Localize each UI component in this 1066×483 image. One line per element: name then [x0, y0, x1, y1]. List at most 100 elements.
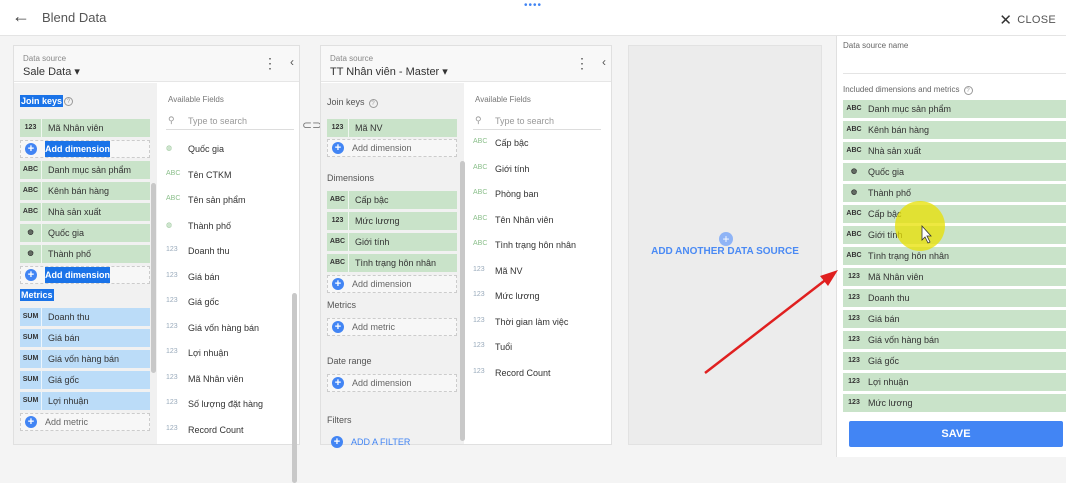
- type-icon: 123: [327, 119, 349, 137]
- field-chip[interactable]: SUM Giá bán: [20, 329, 150, 347]
- included-field[interactable]: ABC Kênh bán hàng: [843, 121, 1066, 139]
- field-chip[interactable]: ◍ Quốc gia: [20, 224, 150, 242]
- available-field[interactable]: 123 Thời gian làm việc: [473, 317, 568, 327]
- add-button[interactable]: + Add metric: [20, 413, 150, 431]
- add-button[interactable]: + Add dimension: [327, 139, 457, 157]
- add-data-source-button[interactable]: + ADD ANOTHER DATA SOURCE: [628, 45, 822, 445]
- scrollbar[interactable]: [292, 293, 297, 483]
- type-icon: 123: [473, 291, 485, 298]
- field-chip[interactable]: ABC Danh mục sản phẩm: [20, 161, 150, 179]
- close-button[interactable]: ✕ CLOSE: [999, 11, 1056, 29]
- drag-handle-icon[interactable]: ••••: [524, 0, 542, 11]
- field-chip[interactable]: ABC Giới tính: [327, 233, 457, 251]
- plus-icon: +: [25, 269, 37, 281]
- included-field[interactable]: 123 Doanh thu: [843, 289, 1066, 307]
- available-field[interactable]: ABC Tên Nhân viên: [473, 215, 554, 225]
- type-icon: 123: [20, 119, 42, 137]
- add-button[interactable]: + Add dimension: [20, 140, 150, 158]
- included-field[interactable]: ABC Cấp bậc: [843, 205, 1066, 223]
- collapse-icon[interactable]: ‹: [290, 55, 294, 69]
- available-field[interactable]: 123 Tuổi: [473, 342, 512, 352]
- available-field[interactable]: 123 Mã Nhân viên: [166, 374, 244, 384]
- included-field[interactable]: 123 Mức lương: [843, 394, 1066, 412]
- field-chip[interactable]: SUM Doanh thu: [20, 308, 150, 326]
- help-icon[interactable]: ?: [64, 97, 73, 106]
- metrics-label: Metrics: [327, 300, 356, 310]
- config-column: Join keys ? 123 Mã Nhân viên + Add dimensio…: [14, 83, 157, 444]
- add-button[interactable]: + Add metric: [327, 318, 457, 336]
- config-column: Join keys? 123 Mã NV + Add dimension Dimensi…: [321, 83, 464, 448]
- search-input[interactable]: ⚲ Type to search: [473, 114, 601, 130]
- available-field[interactable]: 123 Record Count: [473, 368, 551, 378]
- add-filter-button[interactable]: + ADD A FILTER: [327, 433, 457, 451]
- data-source-select[interactable]: Sale Data ▾: [23, 65, 80, 78]
- data-source-name-input[interactable]: [843, 56, 1066, 74]
- field-chip[interactable]: 123 Mức lương: [327, 212, 457, 230]
- scrollbar[interactable]: [151, 183, 156, 373]
- available-field[interactable]: ABC Tên sản phẩm: [166, 195, 246, 205]
- included-field[interactable]: ABC Nhà sản xuất: [843, 142, 1066, 160]
- search-input[interactable]: ⚲ Type to search: [166, 114, 294, 130]
- globe-icon: ◍: [850, 168, 858, 175]
- available-field[interactable]: 123 Lợi nhuận: [166, 348, 228, 358]
- available-field[interactable]: ABC Cấp bậc: [473, 138, 529, 148]
- available-field[interactable]: ABC Tên CTKM: [166, 170, 232, 180]
- field-chip[interactable]: ABC Kênh bán hàng: [20, 182, 150, 200]
- included-field[interactable]: ABC Tình trạng hôn nhân: [843, 247, 1066, 265]
- available-field[interactable]: ◍ Quốc gia: [166, 144, 224, 154]
- more-icon[interactable]: ⋮: [575, 55, 589, 72]
- type-icon: ABC: [327, 254, 349, 272]
- plus-icon: +: [25, 416, 37, 428]
- available-field[interactable]: ABC Giới tính: [473, 164, 529, 174]
- available-field[interactable]: 123 Giá vốn hàng bán: [166, 323, 259, 333]
- available-field[interactable]: 123 Giá gốc: [166, 297, 219, 307]
- field-chip[interactable]: ABC Nhà sản xuất: [20, 203, 150, 221]
- available-field[interactable]: ABC Tình trạng hôn nhân: [473, 240, 576, 250]
- included-field[interactable]: ◍ Thành phố: [843, 184, 1066, 202]
- add-button[interactable]: + Add dimension: [20, 266, 150, 284]
- help-icon[interactable]: ?: [963, 86, 973, 95]
- close-icon: ✕: [999, 12, 1013, 29]
- data-source-select[interactable]: TT Nhân viên - Master ▾: [330, 65, 448, 78]
- field-chip[interactable]: ABC Cấp bậc: [327, 191, 457, 209]
- field-chip[interactable]: 123 Mã NV: [327, 119, 457, 137]
- field-chip[interactable]: ABC Tình trạng hôn nhân: [327, 254, 457, 272]
- available-field[interactable]: 123 Record Count: [166, 425, 244, 435]
- collapse-icon[interactable]: ‹: [602, 55, 606, 69]
- field-chip[interactable]: 123 Mã Nhân viên: [20, 119, 150, 137]
- included-field[interactable]: 123 Mã Nhân viên: [843, 268, 1066, 286]
- field-chip[interactable]: SUM Giá gốc: [20, 371, 150, 389]
- available-field[interactable]: 123 Doanh thu: [166, 246, 230, 256]
- back-arrow-icon[interactable]: ←: [12, 6, 30, 27]
- field-chip[interactable]: ◍ Thành phố: [20, 245, 150, 263]
- add-button[interactable]: + Add dimension: [327, 275, 457, 293]
- included-field[interactable]: ABC Danh mục sản phẩm: [843, 100, 1066, 118]
- available-field[interactable]: ◍ Thành phố: [166, 221, 231, 231]
- available-field[interactable]: 123 Mã NV: [473, 266, 523, 276]
- included-field[interactable]: ABC Giới tính: [843, 226, 1066, 244]
- included-field[interactable]: ◍ Quốc gia: [843, 163, 1066, 181]
- type-icon: 123: [166, 424, 178, 432]
- available-field[interactable]: 123 Số lượng đặt hàng: [166, 399, 263, 409]
- available-field[interactable]: ABC Phòng ban: [473, 189, 539, 199]
- included-field[interactable]: 123 Lợi nhuận: [843, 373, 1066, 391]
- included-field[interactable]: 123 Giá gốc: [843, 352, 1066, 370]
- available-field[interactable]: 123 Giá bán: [166, 272, 220, 282]
- type-icon: ABC: [166, 195, 181, 202]
- scrollbar[interactable]: [460, 161, 465, 441]
- field-chip[interactable]: SUM Lợi nhuận: [20, 392, 150, 410]
- save-button[interactable]: SAVE: [849, 421, 1063, 447]
- add-button[interactable]: + Add dimension: [327, 374, 457, 392]
- join-keys-label: Join keys?: [327, 97, 378, 108]
- included-field[interactable]: 123 Giá vốn hàng bán: [843, 331, 1066, 349]
- type-icon: 123: [848, 336, 860, 343]
- included-field[interactable]: 123 Giá bán: [843, 310, 1066, 328]
- type-icon: ABC: [846, 252, 862, 259]
- included-label: Included dimensions and metrics?: [843, 85, 973, 95]
- metrics-label: Metrics: [20, 289, 54, 301]
- more-icon[interactable]: ⋮: [263, 55, 277, 72]
- available-field[interactable]: 123 Mức lương: [473, 291, 539, 301]
- field-chip[interactable]: SUM Giá vốn hàng bán: [20, 350, 150, 368]
- help-icon[interactable]: ?: [368, 99, 378, 108]
- page-title: Blend Data: [42, 10, 107, 25]
